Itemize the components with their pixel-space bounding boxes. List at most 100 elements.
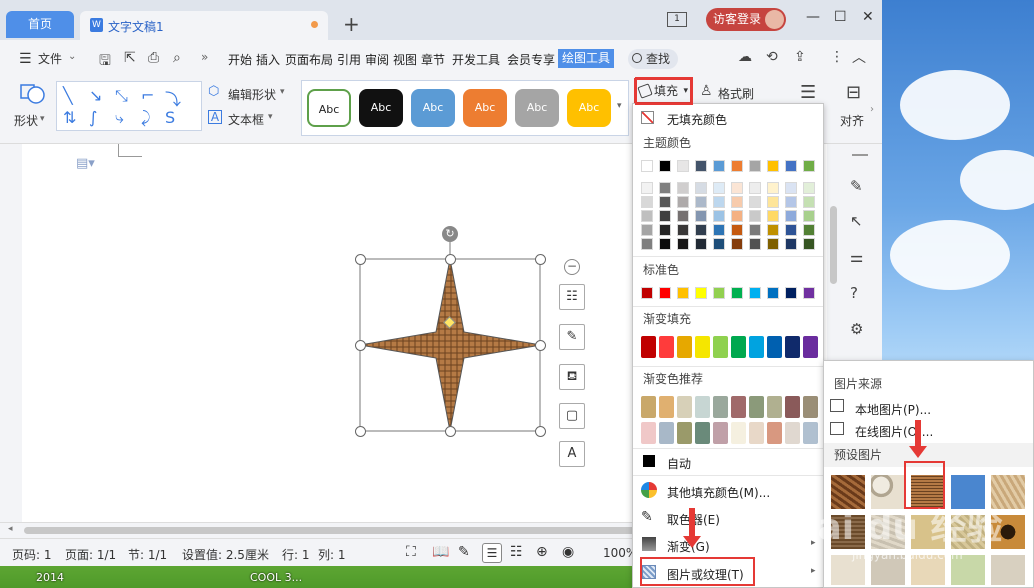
color-swatch[interactable] bbox=[767, 160, 779, 172]
color-swatch[interactable] bbox=[641, 182, 653, 194]
scrollbar-thumb[interactable] bbox=[830, 206, 837, 284]
color-swatch[interactable] bbox=[713, 396, 728, 418]
menu-item[interactable]: 视图 bbox=[393, 51, 417, 68]
resize-handle[interactable] bbox=[445, 254, 456, 265]
status-page-number[interactable]: 页码: 1 bbox=[12, 546, 52, 563]
color-swatch[interactable] bbox=[641, 396, 656, 418]
status-pages[interactable]: 页面: 1/1 bbox=[65, 546, 116, 563]
color-swatch[interactable] bbox=[641, 422, 656, 444]
read-mode-icon[interactable]: 📖 bbox=[432, 544, 449, 560]
text-effect-icon[interactable]: A bbox=[559, 441, 585, 467]
adjust-sliders-icon[interactable]: ⚌ bbox=[850, 248, 863, 266]
color-swatch[interactable] bbox=[803, 160, 815, 172]
color-swatch[interactable] bbox=[659, 160, 671, 172]
edit-mode-icon[interactable]: ✎ bbox=[458, 544, 470, 560]
color-swatch[interactable] bbox=[713, 287, 725, 299]
color-swatch[interactable] bbox=[659, 182, 671, 194]
color-swatch[interactable] bbox=[785, 287, 797, 299]
arrow-shape-icon[interactable]: ↘ bbox=[89, 86, 102, 105]
color-swatch[interactable] bbox=[713, 238, 725, 250]
color-swatch[interactable] bbox=[641, 210, 653, 222]
desktop-icon-label[interactable]: 2014 bbox=[36, 571, 64, 584]
tab-document[interactable]: W 文字文稿1 bbox=[80, 11, 328, 40]
color-swatch[interactable] bbox=[749, 287, 761, 299]
text-box-button[interactable]: 文本框 bbox=[228, 111, 264, 128]
resize-handle[interactable] bbox=[445, 426, 456, 437]
menu-item[interactable]: 会员专享 bbox=[507, 51, 555, 68]
hamburger-icon[interactable]: ☰ bbox=[19, 51, 32, 67]
menu-item[interactable]: 引用 bbox=[337, 51, 361, 68]
document-settings-icon[interactable]: ⚙ bbox=[850, 320, 863, 338]
color-swatch[interactable] bbox=[767, 336, 782, 358]
export-icon[interactable]: ⇱ bbox=[124, 50, 136, 66]
resize-handle[interactable] bbox=[355, 426, 366, 437]
color-swatch[interactable] bbox=[749, 238, 761, 250]
color-swatch[interactable] bbox=[641, 224, 653, 236]
help-icon[interactable]: ? bbox=[850, 284, 858, 302]
color-swatch[interactable] bbox=[731, 160, 743, 172]
color-swatch[interactable] bbox=[641, 336, 656, 358]
elbow-double-arrow-icon[interactable]: ⇅ bbox=[63, 108, 76, 127]
dropdown-arrow-icon[interactable]: ▾ bbox=[40, 114, 45, 124]
color-swatch[interactable] bbox=[731, 422, 746, 444]
cloud-sync-icon[interactable]: ☁ bbox=[738, 49, 752, 65]
color-swatch[interactable] bbox=[749, 182, 761, 194]
elbow-arrow-icon[interactable]: ⤵ bbox=[165, 86, 181, 110]
preview-icon[interactable]: ⌕ bbox=[173, 50, 181, 66]
color-swatch[interactable] bbox=[731, 224, 743, 236]
align-icon[interactable]: ⊟ bbox=[846, 82, 861, 103]
auto-color-option[interactable]: 自动 bbox=[667, 455, 691, 472]
menu-item[interactable]: 开始 bbox=[228, 51, 252, 68]
dropdown-arrow-icon[interactable]: ▾ bbox=[268, 112, 273, 122]
color-swatch[interactable] bbox=[803, 238, 815, 250]
color-swatch[interactable] bbox=[767, 287, 779, 299]
color-swatch[interactable] bbox=[767, 196, 779, 208]
color-swatch[interactable] bbox=[641, 238, 653, 250]
color-swatch[interactable] bbox=[803, 182, 815, 194]
maximize-button[interactable]: ☐ bbox=[834, 9, 847, 25]
color-swatch[interactable] bbox=[659, 224, 671, 236]
color-swatch[interactable] bbox=[803, 196, 815, 208]
color-swatch[interactable] bbox=[695, 287, 707, 299]
style-sample[interactable]: Abc bbox=[463, 89, 507, 127]
search-button[interactable]: 查找 bbox=[628, 49, 678, 69]
resize-handle[interactable] bbox=[535, 254, 546, 265]
chevron-down-icon[interactable]: ⌄ bbox=[68, 51, 76, 62]
resize-handle[interactable] bbox=[355, 340, 366, 351]
color-swatch[interactable] bbox=[767, 238, 779, 250]
page-view-icon[interactable]: ☰ bbox=[482, 543, 502, 563]
color-swatch[interactable] bbox=[695, 422, 710, 444]
gallery-expand-icon[interactable]: ▾ bbox=[617, 101, 622, 111]
line-shapes-gallery[interactable]: ╲ ↘ ⤡ ⌐ ⤵ ⇅ ∫ ⤷ ⤸ S bbox=[56, 81, 202, 131]
color-swatch[interactable] bbox=[677, 160, 689, 172]
eye-protection-icon[interactable]: ◉ bbox=[562, 544, 574, 560]
outline-icon[interactable]: ▢ bbox=[559, 403, 585, 429]
color-swatch[interactable] bbox=[659, 336, 674, 358]
color-swatch[interactable] bbox=[659, 422, 674, 444]
color-swatch[interactable] bbox=[641, 160, 653, 172]
more-icon[interactable]: » bbox=[201, 50, 208, 64]
color-swatch[interactable] bbox=[695, 160, 707, 172]
text-wrap-icon[interactable]: ☰ bbox=[800, 82, 816, 103]
color-swatch[interactable] bbox=[785, 336, 800, 358]
resize-handle[interactable] bbox=[535, 340, 546, 351]
tab-home[interactable]: 首页 bbox=[6, 11, 74, 38]
align-button[interactable]: 对齐 bbox=[840, 112, 864, 129]
color-swatch[interactable] bbox=[803, 336, 818, 358]
color-swatch[interactable] bbox=[659, 196, 671, 208]
color-swatch[interactable] bbox=[803, 422, 818, 444]
pen-style-icon[interactable]: ✎ bbox=[559, 324, 585, 350]
color-swatch[interactable] bbox=[695, 238, 707, 250]
color-swatch[interactable] bbox=[803, 210, 815, 222]
color-swatch[interactable] bbox=[677, 182, 689, 194]
double-arrow-shape-icon[interactable]: ⤡ bbox=[115, 86, 128, 106]
color-swatch[interactable] bbox=[731, 238, 743, 250]
web-view-icon[interactable]: ⊕ bbox=[536, 544, 548, 560]
color-swatch[interactable] bbox=[677, 196, 689, 208]
local-picture-option[interactable]: 本地图片(P)... bbox=[855, 401, 931, 418]
status-setting[interactable]: 设置值: 2.5厘米 bbox=[182, 546, 269, 563]
share-icon[interactable]: ⇪ bbox=[794, 49, 806, 65]
color-swatch[interactable] bbox=[659, 396, 674, 418]
style-sample[interactable]: Abc bbox=[307, 89, 351, 127]
color-swatch[interactable] bbox=[785, 182, 797, 194]
